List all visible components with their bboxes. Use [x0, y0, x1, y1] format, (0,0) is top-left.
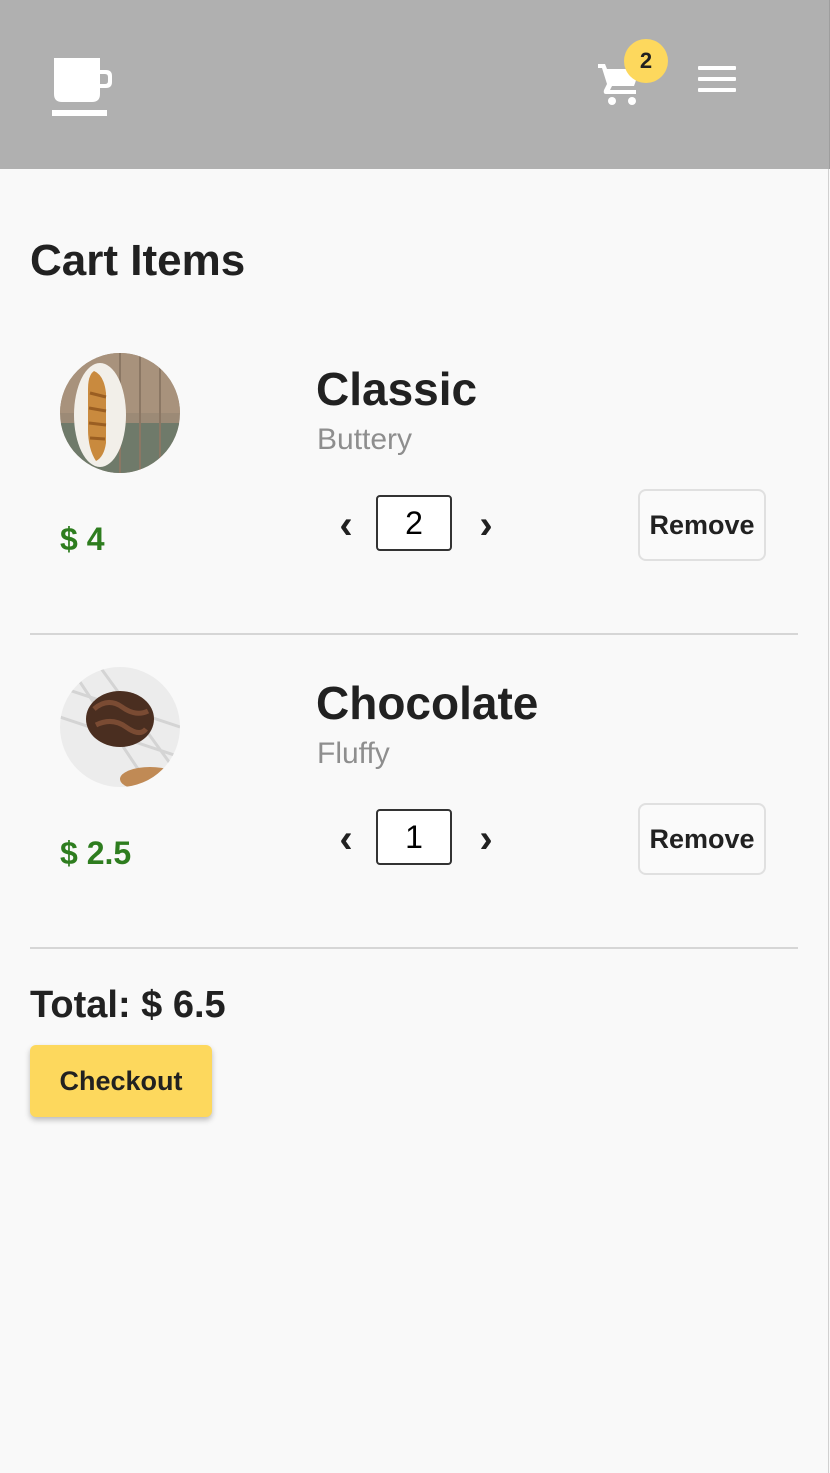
menu-bar	[698, 77, 736, 81]
cart-item: $ 2.5 Chocolate Fluffy ‹ › Remove	[0, 667, 830, 927]
menu-bar	[698, 66, 736, 70]
item-description: Fluffy	[317, 737, 390, 770]
croissant-photo	[60, 353, 180, 473]
page-edge	[828, 169, 829, 1473]
decrease-quantity-button[interactable]: ‹	[331, 817, 361, 861]
remove-button[interactable]: Remove	[638, 803, 766, 875]
quantity-input[interactable]	[376, 809, 452, 865]
increase-quantity-button[interactable]: ›	[471, 817, 501, 861]
item-price: $ 4	[60, 521, 105, 557]
decrease-quantity-button[interactable]: ‹	[331, 503, 361, 547]
cart-total: Total: $ 6.5	[30, 984, 226, 1026]
page-title: Cart Items	[30, 236, 246, 285]
top-nav-bar: 2	[0, 0, 830, 169]
item-name: Classic	[316, 363, 478, 415]
item-name: Chocolate	[316, 677, 539, 729]
divider	[30, 947, 798, 949]
increase-quantity-button[interactable]: ›	[471, 503, 501, 547]
divider	[30, 633, 798, 635]
quantity-input[interactable]	[376, 495, 452, 551]
cart-count-badge: 2	[624, 39, 668, 83]
chocolate-muffin-photo	[60, 667, 180, 787]
cart-item: $ 4 Classic Buttery ‹ › Remove	[0, 353, 830, 613]
hamburger-menu-icon[interactable]	[698, 66, 738, 94]
item-description: Buttery	[317, 423, 413, 456]
menu-bar	[698, 88, 736, 92]
coffee-cup-icon[interactable]	[52, 56, 114, 118]
checkout-button[interactable]: Checkout	[30, 1045, 212, 1117]
remove-button[interactable]: Remove	[638, 489, 766, 561]
cart-page: 2 Cart Items $ 4 Classic Buttery ‹ › Re	[0, 0, 830, 1473]
item-price: $ 2.5	[60, 835, 132, 871]
